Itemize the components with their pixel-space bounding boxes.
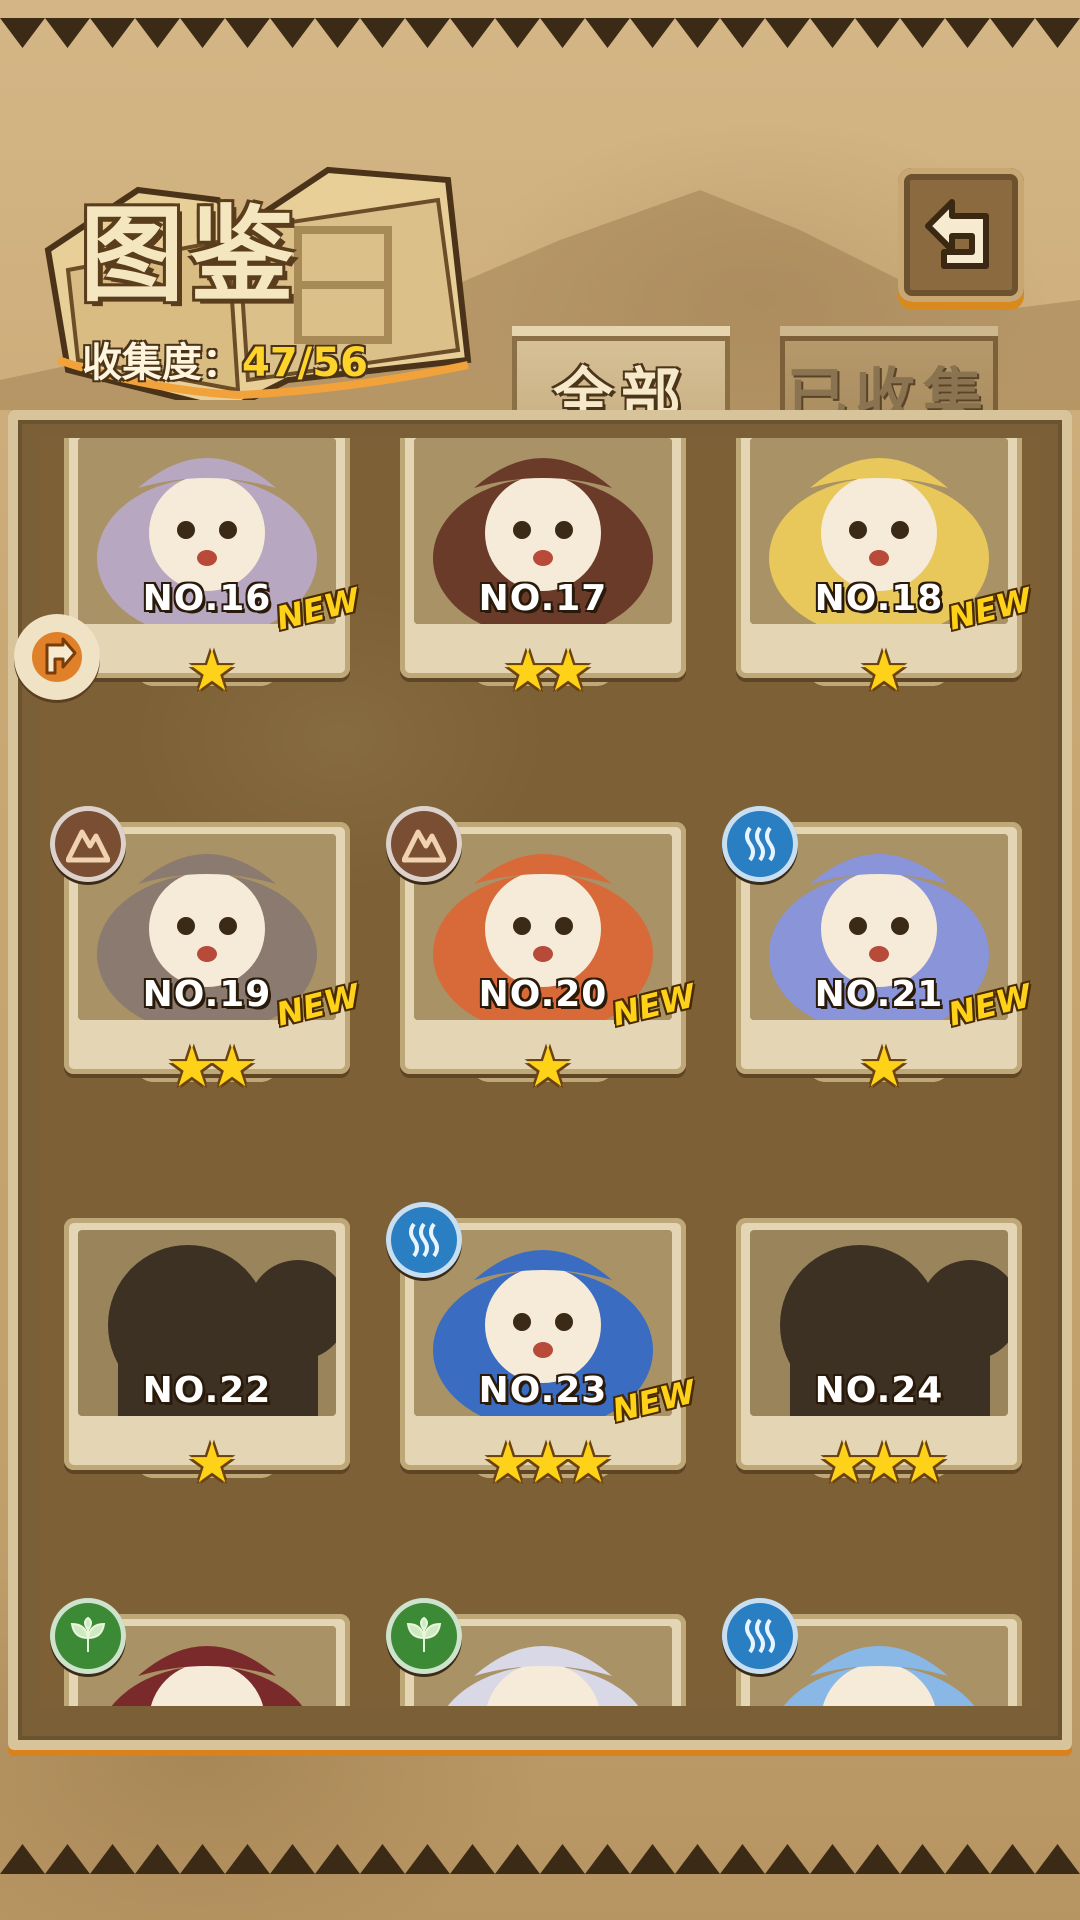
monster-card[interactable] (50, 1598, 350, 1706)
collection-label: 收集度： (82, 340, 242, 386)
monster-card[interactable] (386, 1598, 686, 1706)
monster-card[interactable] (722, 1598, 1022, 1706)
card-number: NO.22 (142, 1370, 272, 1411)
star-rating: ★ (186, 1431, 237, 1496)
collection-progress: 收集度：47/56 (82, 330, 368, 388)
star-rating: ★ (858, 1035, 909, 1100)
monster-card[interactable]: NO.18 NEW ★ (736, 438, 1035, 700)
bottom-zigzag-border (0, 1844, 1080, 1874)
leaf-element-icon (50, 1598, 126, 1674)
water-element-icon (722, 1598, 798, 1674)
collection-count: 47/56 (242, 340, 368, 386)
earth-element-icon (50, 806, 126, 882)
back-button[interactable] (898, 168, 1024, 302)
star-rating: ★ (522, 1035, 573, 1100)
collection-panel: NO.16 NEW ★ NO.17 ★★ NO.18 NEW ★ NO.19 NEW ★★ NO.20… (8, 410, 1072, 1750)
side-arrow-button[interactable] (14, 614, 100, 700)
leaf-element-icon (386, 1598, 462, 1674)
monster-card[interactable]: NO.20 NEW ★ (386, 806, 699, 1096)
star-rating: ★★★ (818, 1431, 950, 1496)
monster-card[interactable]: NO.23 NEW ★★★ (386, 1202, 699, 1492)
side-arrow-icon (32, 632, 82, 682)
star-rating: ★ (186, 639, 237, 704)
monster-card[interactable]: NO.16 NEW ★ (64, 438, 363, 700)
monster-card[interactable]: NO.19 NEW ★★ (50, 806, 363, 1096)
star-rating: ★★★ (482, 1431, 614, 1496)
earth-element-icon (386, 806, 462, 882)
page-title: 图鉴 (80, 193, 301, 316)
back-arrow-icon (925, 199, 989, 269)
top-zigzag-border (0, 18, 1080, 48)
star-rating: ★ (858, 639, 909, 704)
star-rating: ★★ (166, 1035, 257, 1100)
card-number: NO.24 (814, 1370, 944, 1411)
star-rating: ★★ (502, 639, 593, 704)
card-grid-viewport[interactable]: NO.16 NEW ★ NO.17 ★★ NO.18 NEW ★ NO.19 NEW ★★ NO.20… (40, 438, 1040, 1706)
monster-card[interactable]: NO.21 NEW ★ (722, 806, 1035, 1096)
card-number: NO.17 (478, 578, 608, 619)
monster-card[interactable]: NO.17 ★★ (400, 438, 686, 700)
monster-card[interactable]: NO.24 ★★★ (736, 1218, 1022, 1492)
water-element-icon (722, 806, 798, 882)
water-element-icon (386, 1202, 462, 1278)
monster-card[interactable]: NO.22 ★ (64, 1218, 350, 1492)
